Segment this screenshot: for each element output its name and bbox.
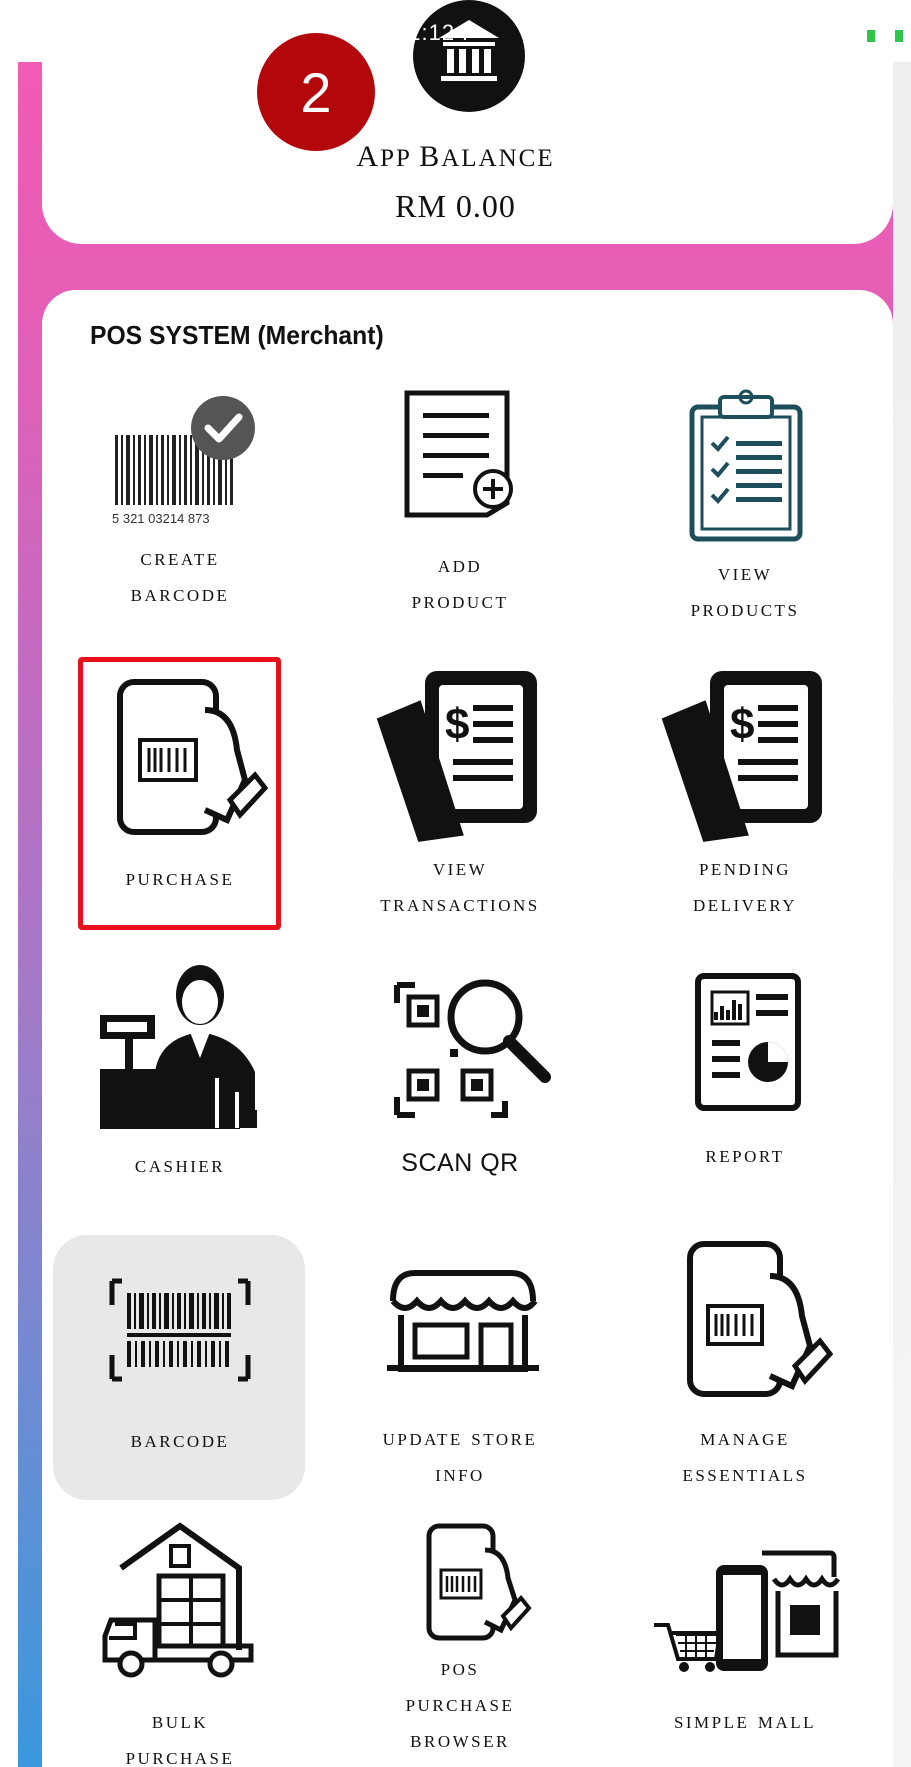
tile-add-product[interactable]: Add Product — [335, 385, 585, 625]
tile-create-barcode[interactable]: 5 321 03214 873 Create Barcode — [55, 385, 305, 625]
app-balance-label: APP BALANCE — [356, 140, 555, 173]
notification-badge[interactable]: 2 — [257, 33, 375, 151]
simple-mall-icon — [654, 1550, 841, 1672]
tile-view-products[interactable]: View Products — [620, 385, 870, 625]
tile-purchase[interactable]: Purchase — [55, 670, 305, 920]
add-product-icon — [404, 390, 513, 518]
scroll-edge — [893, 62, 911, 1767]
transactions-icon: $ — [376, 671, 537, 842]
barcode-scan-icon — [109, 1278, 251, 1382]
bank-icon[interactable] — [413, 0, 525, 122]
app-balance-value: RM 0.00 — [395, 188, 516, 224]
svg-text:$: $ — [730, 700, 754, 749]
tile-barcode[interactable]: Barcode — [55, 1240, 305, 1490]
phone-scan-icon — [426, 1523, 532, 1641]
tile-simple-mall[interactable]: Simple Mall — [620, 1520, 870, 1767]
tile-cashier[interactable]: Cashier — [55, 955, 305, 1185]
warehouse-truck-icon — [102, 1522, 254, 1678]
tile-bulk-purchase[interactable]: Bulk Purchase — [55, 1520, 305, 1767]
pos-section-title: POS SYSTEM (Merchant) — [90, 320, 384, 350]
pending-delivery-icon: $ — [661, 671, 822, 842]
scan-qr-icon — [394, 979, 551, 1118]
tile-manage-essentials[interactable]: Manage Essentials — [620, 1240, 870, 1490]
tile-view-transactions[interactable]: $ View Transactions — [335, 665, 585, 925]
tile-pos-purchase-browser[interactable]: POS Purchase Browser — [335, 1520, 585, 1767]
svg-text:$: $ — [445, 700, 469, 749]
tile-scan-qr[interactable]: SCAN QR — [335, 955, 585, 1185]
phone-scan-icon — [117, 679, 269, 835]
battery-icon — [867, 30, 903, 42]
tile-report[interactable]: Report — [620, 955, 870, 1185]
tile-pending-delivery[interactable]: $ Pending Delivery — [620, 665, 870, 925]
tile-update-store-info[interactable]: Update Store Info — [335, 1240, 585, 1490]
cashier-icon — [100, 965, 257, 1129]
status-time: 12:12 P — [395, 20, 478, 45]
store-icon — [387, 1270, 539, 1372]
report-icon — [695, 973, 801, 1111]
barcode-check-icon: 5 321 03214 873 — [112, 396, 255, 526]
svg-text:5 321 03214 873: 5 321 03214 873 — [112, 511, 210, 526]
clipboard-checklist-icon — [689, 389, 803, 542]
phone-scan-icon — [687, 1241, 834, 1397]
